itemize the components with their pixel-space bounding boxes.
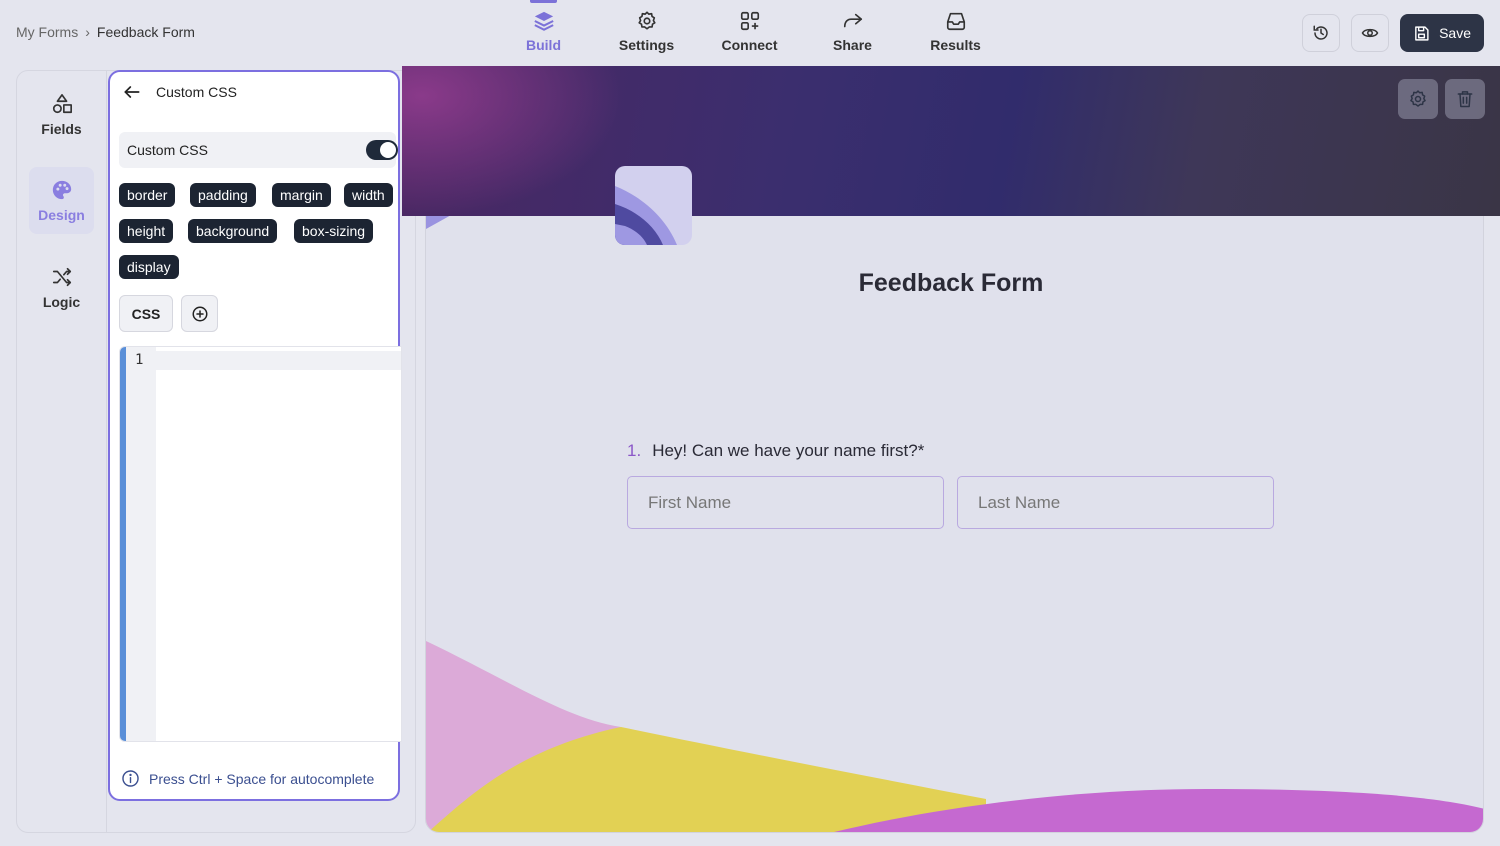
floppy-disk-icon	[1415, 25, 1429, 41]
form-cover-banner[interactable]	[402, 66, 1500, 216]
decorative-waves	[426, 204, 1483, 832]
tab-build-label: Build	[526, 37, 561, 53]
form-preview-card	[425, 148, 1484, 833]
breadcrumb-current: Feedback Form	[96, 24, 195, 40]
css-language-button[interactable]: CSS	[119, 295, 173, 332]
eye-icon	[1361, 28, 1379, 38]
back-arrow-icon[interactable]	[122, 82, 142, 102]
question-number: 1.	[627, 441, 642, 460]
breadcrumb: My Forms › Feedback Form	[16, 24, 195, 40]
sidebar-item-logic[interactable]: Logic	[29, 254, 94, 321]
chip-background[interactable]: background	[188, 219, 278, 243]
top-actions: Save	[1302, 14, 1484, 52]
sidebar-item-design[interactable]: Design	[29, 167, 94, 234]
banner-delete-button[interactable]	[1445, 79, 1485, 119]
css-code-editor[interactable]: 1	[119, 346, 402, 742]
breadcrumb-my-forms[interactable]: My Forms	[16, 24, 78, 40]
last-name-input[interactable]	[957, 476, 1274, 529]
tab-share-label: Share	[833, 37, 872, 53]
add-snippet-button[interactable]	[181, 295, 218, 332]
trash-icon	[1457, 91, 1473, 108]
tab-build[interactable]: Build	[492, 0, 595, 66]
form-logo[interactable]	[615, 166, 692, 245]
tab-results[interactable]: Results	[904, 0, 1007, 66]
tab-connect-label: Connect	[721, 37, 778, 53]
chip-padding[interactable]: padding	[190, 183, 256, 207]
gear-icon	[1410, 90, 1426, 107]
question-text: Hey! Can we have your name first?*	[652, 441, 924, 461]
sidebar-item-design-label: Design	[38, 206, 85, 223]
tab-share[interactable]: Share	[801, 0, 904, 66]
chip-margin[interactable]: margin	[272, 183, 331, 207]
custom-css-toggle-row: Custom CSS	[119, 132, 398, 168]
top-bar: My Forms › Feedback Form Build Settings …	[0, 0, 1500, 66]
form-canvas: Feedback Form 1. Hey! Can we have your n…	[402, 66, 1500, 846]
tab-settings-label: Settings	[618, 37, 675, 53]
autocomplete-hint-text: Press Ctrl + Space for autocomplete	[149, 770, 375, 787]
save-button[interactable]: Save	[1400, 14, 1484, 52]
save-button-label: Save	[1439, 25, 1471, 41]
chip-display[interactable]: display	[119, 255, 179, 279]
plus-circle-icon	[192, 306, 207, 321]
gear-icon	[637, 11, 656, 30]
panel-header: Custom CSS	[122, 82, 237, 102]
history-icon	[1313, 25, 1328, 40]
first-name-input[interactable]	[627, 476, 944, 529]
required-mark: *	[917, 441, 925, 460]
chip-height[interactable]: height	[119, 219, 174, 243]
inbox-icon	[946, 12, 965, 31]
sidebar-tabs: Fields Design Logic	[17, 71, 107, 832]
logo-icon	[615, 186, 677, 245]
custom-css-toggle[interactable]	[366, 140, 398, 160]
preview-button[interactable]	[1351, 14, 1390, 52]
question-label: Hey! Can we have your name first?	[652, 441, 918, 460]
sidebar-item-fields[interactable]: Fields	[29, 81, 94, 148]
autocomplete-hint: Press Ctrl + Space for autocomplete	[121, 769, 374, 788]
editor-gutter	[126, 347, 156, 741]
tab-connect[interactable]: Connect	[698, 0, 801, 66]
layers-icon	[533, 11, 554, 31]
chip-box-sizing[interactable]: box-sizing	[294, 219, 374, 243]
main-nav: Build Settings Connect Share Results	[492, 0, 1007, 66]
info-icon	[122, 770, 139, 787]
shapes-icon	[52, 93, 72, 113]
custom-css-panel: Custom CSS Custom CSS border padding mar…	[108, 70, 402, 801]
sidebar-item-fields-label: Fields	[41, 120, 82, 137]
custom-css-toggle-label: Custom CSS	[127, 142, 208, 158]
sidebar-item-logic-label: Logic	[42, 293, 81, 310]
chip-width[interactable]: width	[344, 183, 393, 207]
editor-line-number: 1	[135, 352, 144, 368]
banner-settings-button[interactable]	[1398, 79, 1438, 119]
form-title[interactable]: Feedback Form	[402, 269, 1500, 298]
banner-actions	[1398, 79, 1485, 119]
history-button[interactable]	[1302, 14, 1341, 52]
tab-results-label: Results	[930, 37, 981, 53]
shuffle-icon	[52, 267, 71, 286]
tab-settings[interactable]: Settings	[595, 0, 698, 66]
grid-plus-icon	[740, 11, 759, 31]
question-1: 1. Hey! Can we have your name first?*	[627, 441, 924, 461]
palette-icon	[52, 180, 71, 199]
editor-active-line	[156, 351, 401, 370]
chip-border[interactable]: border	[119, 183, 176, 207]
breadcrumb-separator: ›	[85, 24, 90, 40]
share-arrow-icon	[843, 13, 862, 28]
panel-title: Custom CSS	[156, 84, 237, 100]
